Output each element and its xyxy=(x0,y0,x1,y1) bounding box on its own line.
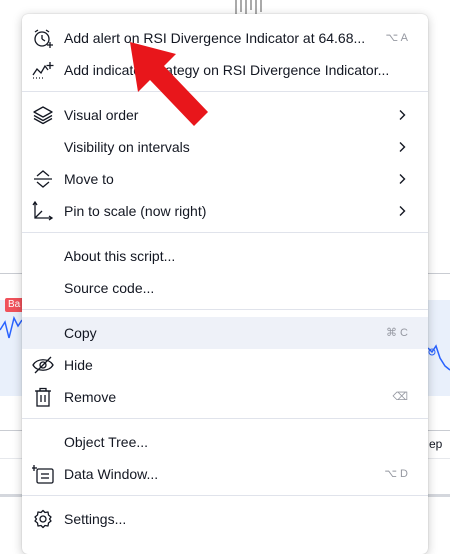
chevron-right-icon xyxy=(399,110,406,120)
menu-item-label: Add indicator/strategy on RSI Divergence… xyxy=(64,62,390,78)
trash-icon xyxy=(32,387,54,407)
layers-icon xyxy=(32,105,54,125)
time-axis-label: ep xyxy=(429,437,443,451)
menu-item-source-code[interactable]: Source code... xyxy=(22,272,428,304)
menu-item-add-indicator[interactable]: Add indicator/strategy on RSI Divergence… xyxy=(22,54,428,86)
menu-item-shortcut: ⌥ D xyxy=(384,468,408,480)
menu-item-data-window[interactable]: Data Window... ⌥ D xyxy=(22,458,428,490)
menu-divider xyxy=(22,91,428,92)
menu-divider xyxy=(22,309,428,310)
gear-icon xyxy=(32,509,54,529)
menu-divider xyxy=(22,232,428,233)
menu-item-settings[interactable]: Settings... xyxy=(22,503,428,535)
menu-item-label: Copy xyxy=(64,325,97,341)
data-window-icon xyxy=(32,464,54,484)
menu-item-add-alert[interactable]: Add alert on RSI Divergence Indicator at… xyxy=(22,22,428,54)
menu-divider xyxy=(22,418,428,419)
menu-item-label: Remove xyxy=(64,389,117,405)
menu-item-label: Visibility on intervals xyxy=(64,139,190,155)
menu-divider xyxy=(22,495,428,496)
menu-item-label: About this script... xyxy=(64,248,176,264)
price-bars xyxy=(235,0,262,14)
menu-item-label: Pin to scale (now right) xyxy=(64,203,207,219)
menu-item-label: Hide xyxy=(64,357,93,373)
indicator-add-icon xyxy=(32,60,54,80)
menu-item-visibility-intervals[interactable]: Visibility on intervals xyxy=(22,131,428,163)
context-menu: Add alert on RSI Divergence Indicator at… xyxy=(22,14,428,554)
rsi-line-right xyxy=(428,344,450,371)
eye-off-icon xyxy=(32,355,54,375)
alarm-plus-icon xyxy=(32,28,54,48)
menu-item-label: Settings... xyxy=(64,511,127,527)
menu-item-move-to[interactable]: Move to xyxy=(22,163,428,195)
menu-item-label: Source code... xyxy=(64,280,155,296)
chevron-right-icon xyxy=(399,206,406,216)
menu-item-label: Move to xyxy=(64,171,114,187)
menu-item-shortcut: ⌘ C xyxy=(386,327,408,339)
menu-item-label: Object Tree... xyxy=(64,434,149,450)
menu-item-copy[interactable]: Copy ⌘ C xyxy=(22,317,428,349)
annotation-arrow-icon xyxy=(130,42,208,126)
menu-item-pin-scale[interactable]: Pin to scale (now right) xyxy=(22,195,428,227)
menu-item-object-tree[interactable]: Object Tree... xyxy=(22,426,428,458)
pin-scale-icon xyxy=(32,201,54,221)
menu-item-visual-order[interactable]: Visual order xyxy=(22,99,428,131)
chevron-right-icon xyxy=(399,142,406,152)
menu-item-hide[interactable]: Hide xyxy=(22,349,428,381)
move-icon xyxy=(32,169,54,189)
menu-item-shortcut: ⌫ xyxy=(392,391,408,403)
chevron-right-icon xyxy=(399,174,406,184)
menu-item-about-script[interactable]: About this script... xyxy=(22,240,428,272)
menu-item-remove[interactable]: Remove ⌫ xyxy=(22,381,428,413)
menu-item-shortcut: ⌥ A xyxy=(385,32,408,44)
menu-item-label: Data Window... xyxy=(64,466,159,482)
